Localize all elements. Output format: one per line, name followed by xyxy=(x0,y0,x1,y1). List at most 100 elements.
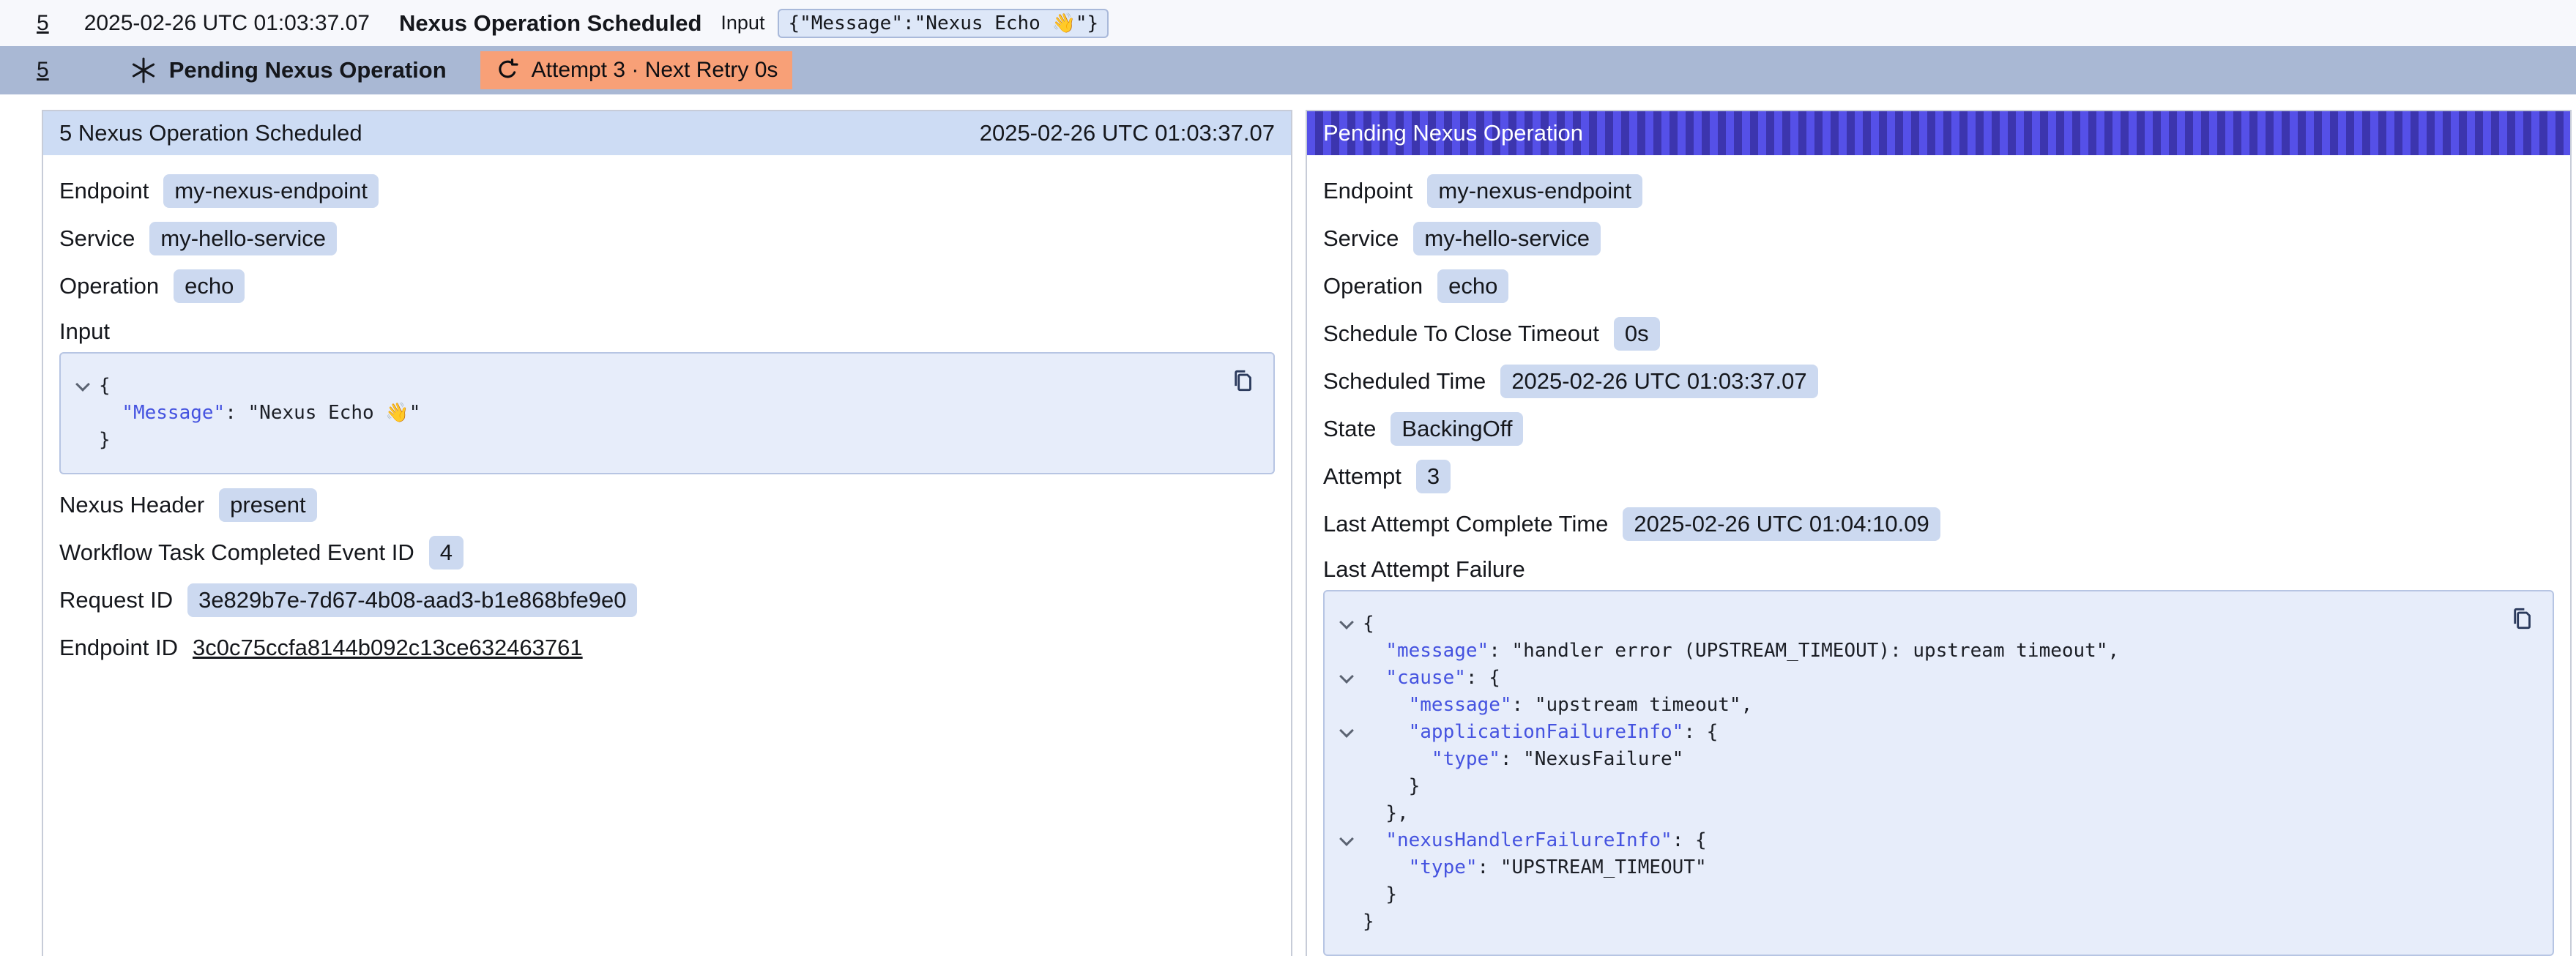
json-code-text: "message": "upstream timeout", xyxy=(1363,692,1752,719)
json-code-text: } xyxy=(1363,881,1397,908)
json-code-text: }, xyxy=(1363,800,1409,827)
field-value-link[interactable]: 3c0c75ccfa8144b092c13ce632463761 xyxy=(193,635,583,661)
field-label: Input xyxy=(59,318,110,345)
json-value: }, xyxy=(1385,802,1408,824)
field-nexus-header: Nexus Header present xyxy=(59,488,1281,522)
json-code-line: } xyxy=(1330,881,2501,908)
json-value: : xyxy=(225,402,247,424)
json-key: "cause" xyxy=(1385,667,1466,689)
json-value: : { xyxy=(1683,721,1718,743)
field-value-badge: 3e829b7e-7d67-4b08-aad3-b1e868bfe9e0 xyxy=(187,583,637,617)
json-code-line: "type": "NexusFailure" xyxy=(1330,746,2501,773)
json-code-text: } xyxy=(99,427,111,454)
retry-icon xyxy=(495,58,520,83)
code-gutter xyxy=(67,373,99,400)
event-row-scheduled[interactable]: 5 2025-02-26 UTC 01:03:37.07 Nexus Opera… xyxy=(0,0,2576,46)
field-operation: Operationecho xyxy=(1323,269,2560,303)
code-gutter xyxy=(67,427,99,454)
json-code-text: "applicationFailureInfo": { xyxy=(1363,719,1718,746)
json-value: : xyxy=(1478,856,1500,878)
json-code-text: "cause": { xyxy=(1363,665,1500,692)
panel-header-scheduled: 5 Nexus Operation Scheduled 2025-02-26 U… xyxy=(43,111,1291,155)
json-code-text: } xyxy=(1363,908,1374,936)
pending-operation-title: Pending Nexus Operation xyxy=(169,57,447,83)
panel-header-pending: Pending Nexus Operation xyxy=(1307,111,2570,155)
field-label: Service xyxy=(1323,225,1399,252)
json-code-text: { xyxy=(1363,610,1374,638)
json-value: : { xyxy=(1466,667,1500,689)
field-workflow-task-completed-event-id: Workflow Task Completed Event ID4 xyxy=(59,536,1281,570)
json-code-line: { xyxy=(1330,610,2501,638)
json-code-text: "type": "NexusFailure" xyxy=(1363,746,1683,773)
json-value: { xyxy=(1363,613,1374,635)
panel-title: 5 Nexus Operation Scheduled xyxy=(59,120,362,146)
field-value-badge: echo xyxy=(1437,269,1508,303)
field-label: Operation xyxy=(59,273,159,299)
copy-icon[interactable] xyxy=(1229,367,1257,395)
field-value-badge: my-hello-service xyxy=(149,222,337,255)
asterisk-icon xyxy=(130,56,157,84)
json-value: "UPSTREAM_TIMEOUT" xyxy=(1500,856,1707,878)
field-endpoint: Endpointmy-nexus-endpoint xyxy=(59,174,1281,208)
field-value-badge: my-nexus-endpoint xyxy=(163,174,379,208)
panel-timestamp: 2025-02-26 UTC 01:03:37.07 xyxy=(980,120,1275,146)
json-code-line: "nexusHandlerFailureInfo": { xyxy=(1330,827,2501,854)
json-value: : xyxy=(1500,748,1523,770)
code-gutter xyxy=(1330,665,1363,692)
json-code-line: } xyxy=(1330,773,2501,800)
json-value: } xyxy=(1409,775,1421,797)
json-value: { xyxy=(99,375,111,397)
field-value-badge: present xyxy=(219,488,316,522)
panel-body: Endpoint my-nexus-endpoint Service my-hello… xyxy=(1307,155,2570,956)
json-code-line: "applicationFailureInfo": { xyxy=(1330,719,2501,746)
field-label: Request ID xyxy=(59,587,173,613)
copy-icon[interactable] xyxy=(2509,605,2536,632)
json-code-text: { xyxy=(99,373,111,400)
field-label: Nexus Header xyxy=(59,492,204,518)
field-label: Endpoint xyxy=(1323,178,1412,204)
json-code-line: } xyxy=(1330,908,2501,936)
json-key: "type" xyxy=(1409,856,1478,878)
code-gutter xyxy=(1330,881,1363,908)
event-detail-panel-pending: Pending Nexus Operation Endpoint my-nexus… xyxy=(1306,110,2572,956)
field-value-badge: my-nexus-endpoint xyxy=(1427,174,1642,208)
field-label: Service xyxy=(59,225,135,252)
json-value: "NexusFailure" xyxy=(1523,748,1683,770)
field-operation: Operation echo xyxy=(59,269,1281,303)
field-value-badge: 4 xyxy=(429,536,464,570)
json-value: , xyxy=(2108,640,2120,662)
field-attempt: Attempt3 xyxy=(1323,460,2560,493)
json-code-line: } xyxy=(67,427,1222,454)
chevron-down-icon[interactable] xyxy=(75,377,90,392)
chevron-down-icon[interactable] xyxy=(1339,832,1354,846)
field-endpoint: Endpoint my-nexus-endpoint xyxy=(1323,174,2560,208)
json-code-text: } xyxy=(1363,773,1420,800)
chevron-down-icon[interactable] xyxy=(1339,615,1354,630)
panel-title: Pending Nexus Operation xyxy=(1323,120,1583,146)
chevron-down-icon[interactable] xyxy=(1339,723,1354,738)
attempt-retry-badge: Attempt 3 · Next Retry 0s xyxy=(480,51,793,89)
code-gutter xyxy=(1330,908,1363,936)
field-last-attempt-failure: Last Attempt Failure xyxy=(1323,555,2560,584)
json-code-text: "type": "UPSTREAM_TIMEOUT" xyxy=(1363,854,1707,881)
json-value: "upstream timeout" xyxy=(1535,694,1741,716)
field-value-badge: my-hello-service xyxy=(1413,222,1601,255)
event-id-link[interactable]: 5 xyxy=(37,58,49,83)
json-code-line: { xyxy=(67,373,1222,400)
json-value: } xyxy=(99,429,111,451)
field-service: Service my-hello-service xyxy=(1323,222,2560,255)
event-history-detail-view: 5 2025-02-26 UTC 01:03:37.07 Nexus Opera… xyxy=(0,0,2576,956)
json-code-line: "cause": { xyxy=(1330,665,2501,692)
field-last-attempt-complete-time: Last Attempt Complete Time2025-02-26 UTC… xyxy=(1323,507,2560,541)
event-row-pending-selected[interactable]: 5 Pending Nexus Operation Attempt 3 · Ne… xyxy=(0,46,2576,94)
field-label: Schedule To Close Timeout xyxy=(1323,321,1599,347)
event-id-link[interactable]: 5 xyxy=(37,11,49,36)
code-gutter xyxy=(1330,827,1363,854)
field-input: Input xyxy=(59,317,1281,346)
chevron-down-icon[interactable] xyxy=(1339,669,1354,684)
code-gutter xyxy=(1330,638,1363,665)
field-value-badge: echo xyxy=(174,269,245,303)
panel-body: Endpointmy-nexus-endpoint Service my-hello… xyxy=(43,155,1291,693)
json-value: } xyxy=(1385,884,1397,905)
field-label: Attempt xyxy=(1323,463,1401,490)
